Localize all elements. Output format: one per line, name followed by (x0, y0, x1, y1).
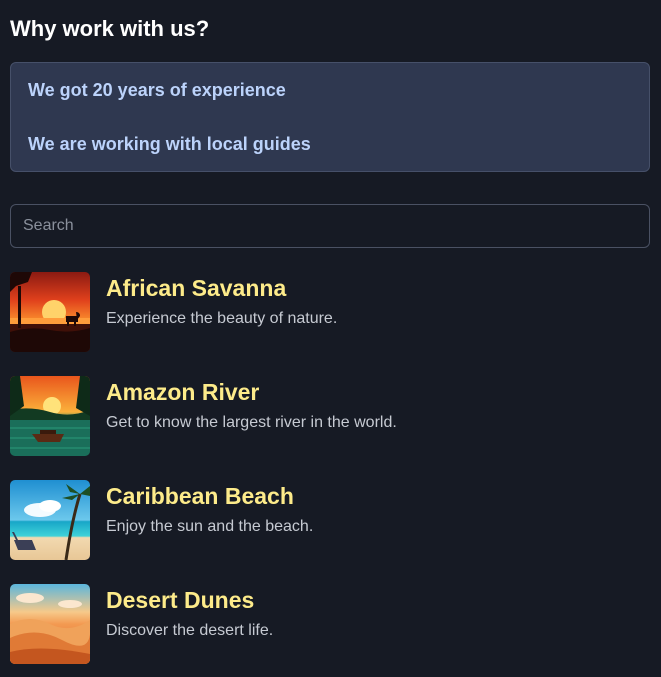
desert-dunes-image[interactable] (10, 584, 90, 664)
river-boat-image[interactable] (10, 376, 90, 456)
savanna-sunset-image[interactable] (10, 272, 90, 352)
destination-title[interactable]: Desert Dunes (106, 586, 273, 614)
destination-item-desert-dunes[interactable]: Desert Dunes Discover the desert life. (10, 584, 650, 664)
page-title: Why work with us? (10, 16, 210, 41)
destination-list: African Savanna Experience the beauty of… (10, 272, 650, 664)
beach-palm-image[interactable] (10, 480, 90, 560)
destination-title[interactable]: Amazon River (106, 378, 397, 406)
destination-description: Enjoy the sun and the beach. (106, 518, 314, 535)
destination-title[interactable]: African Savanna (106, 274, 337, 302)
destination-item-caribbean-beach[interactable]: Caribbean Beach Enjoy the sun and the be… (10, 480, 650, 560)
destination-description: Discover the desert life. (106, 622, 274, 639)
destination-description: Experience the beauty of nature. (106, 310, 338, 327)
search-input[interactable] (10, 204, 650, 248)
reason-item: We are working with local guides (28, 134, 311, 154)
destination-item-african-savanna[interactable]: African Savanna Experience the beauty of… (10, 272, 650, 352)
destination-item-amazon-river[interactable]: Amazon River Get to know the largest riv… (10, 376, 650, 456)
reason-item: We got 20 years of experience (28, 80, 286, 100)
destination-description: Get to know the largest river in the wor… (106, 414, 397, 431)
page: Why work with us? We got 20 years of exp… (0, 0, 661, 677)
destination-title[interactable]: Caribbean Beach (106, 482, 313, 510)
reasons-panel: We got 20 years of experience We are wor… (10, 62, 650, 172)
